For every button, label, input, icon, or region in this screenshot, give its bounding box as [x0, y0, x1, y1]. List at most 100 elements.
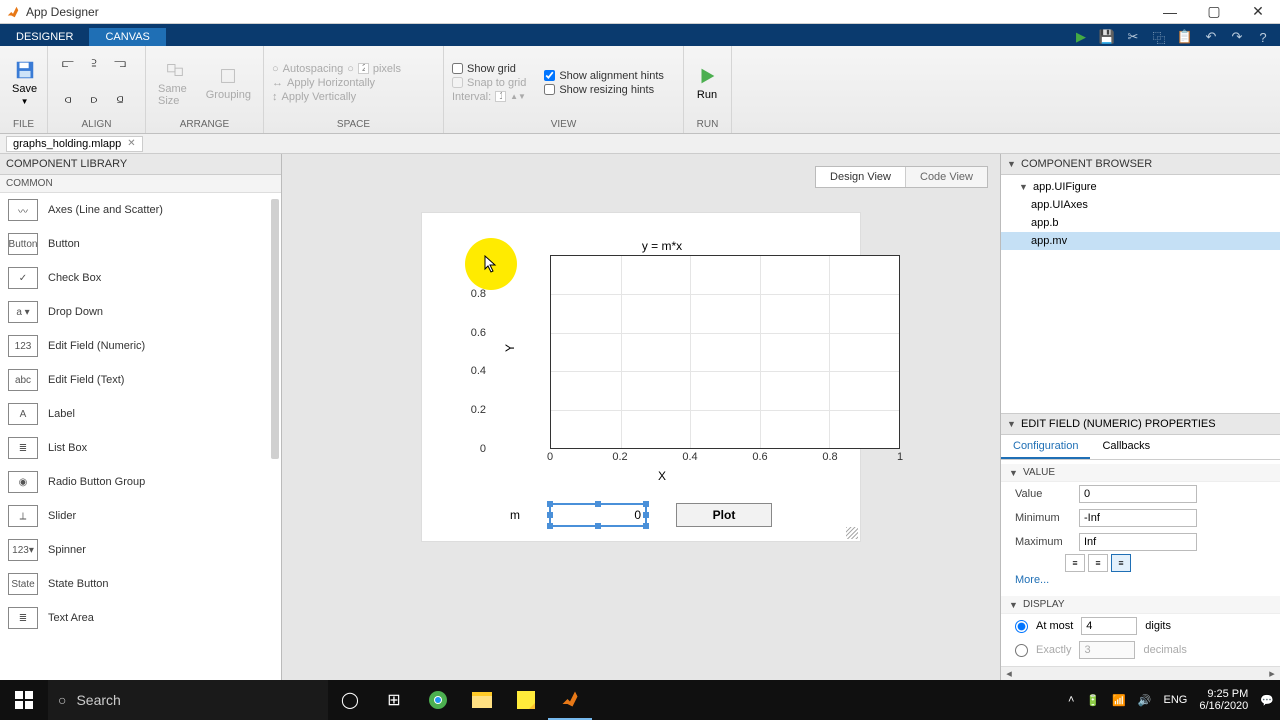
close-button[interactable]: ✕ [1236, 0, 1280, 24]
component-item[interactable]: a ▾Drop Down [0, 295, 281, 329]
scrollbar-thumb[interactable] [271, 199, 279, 459]
component-icon: ≣ [8, 607, 38, 629]
help-icon[interactable]: ? [1254, 28, 1272, 46]
plot-button[interactable]: Plot [676, 503, 772, 527]
minimize-button[interactable]: — [1148, 0, 1192, 24]
y-tick: 0.8 [471, 288, 486, 300]
save-button[interactable]: Save▼ [8, 57, 41, 108]
component-item[interactable]: 〰Axes (Line and Scatter) [0, 193, 281, 227]
run-icon[interactable]: ▶ [1072, 28, 1090, 46]
tray-up-icon[interactable]: ˄ [1068, 694, 1074, 706]
component-item[interactable]: 123Edit Field (Numeric) [0, 329, 281, 363]
component-icon: ✓ [8, 267, 38, 289]
atmost-radio[interactable]: At most digits [1001, 614, 1280, 638]
align-bottom-button[interactable]: ⫑ [108, 88, 132, 112]
tab-configuration[interactable]: Configuration [1001, 435, 1090, 459]
component-item[interactable]: ButtonButton [0, 227, 281, 261]
notifications-icon[interactable]: 💬 [1260, 694, 1274, 707]
titlebar: App Designer — ▢ ✕ [0, 0, 1280, 24]
tree-item[interactable]: app.b [1001, 214, 1280, 232]
x-tick: 0.4 [682, 451, 697, 463]
component-item[interactable]: StateState Button [0, 567, 281, 601]
matlab-logo-icon [6, 5, 20, 19]
tree-item[interactable]: app.UIAxes [1001, 196, 1280, 214]
component-icon: ⟂ [8, 505, 38, 527]
redo-icon[interactable]: ↷ [1228, 28, 1246, 46]
component-item[interactable]: ⟂Slider [0, 499, 281, 533]
align-left-button[interactable]: ⫍ [56, 53, 80, 77]
tree-item[interactable]: ▼app.UIFigure [1001, 178, 1280, 196]
close-file-icon[interactable]: ✕ [127, 138, 135, 149]
uiaxes[interactable]: y = m*x Y X 00.20.40.60.8100.20.40.60.81 [482, 223, 842, 463]
toolstrip: Save▼ FILE ⫍ ⫆ ⫎ ⫏ ⫐ ⫑ ALIGN Same Size G… [0, 46, 1280, 134]
undo-icon[interactable]: ↶ [1202, 28, 1220, 46]
resize-handle-icon[interactable] [846, 527, 858, 539]
design-view-tab[interactable]: Design View [816, 167, 906, 187]
volume-icon[interactable]: 🔊 [1138, 694, 1152, 707]
x-tick: 1 [897, 451, 903, 463]
component-icon: abc [8, 369, 38, 391]
cut-icon[interactable]: ✂ [1124, 28, 1142, 46]
atmost-input[interactable] [1081, 617, 1137, 635]
wifi-icon[interactable]: 📶 [1112, 694, 1126, 707]
taskbar: ○ Search ◯ ⊞ ˄ 🔋 📶 🔊 ENG 9:25 PM6/16/202… [0, 680, 1280, 720]
same-size-button[interactable]: Same Size [154, 57, 196, 109]
view-tabs: Design View Code View [815, 166, 988, 188]
taskbar-search[interactable]: ○ Search [48, 680, 328, 720]
maximum-input[interactable] [1079, 533, 1197, 551]
component-item[interactable]: ◉Radio Button Group [0, 465, 281, 499]
cursor-highlight-icon [465, 238, 517, 290]
clock[interactable]: 9:25 PM6/16/2020 [1199, 688, 1248, 712]
align-top-button[interactable]: ⫏ [56, 88, 80, 112]
component-library-panel: COMPONENT LIBRARY COMMON 〰Axes (Line and… [0, 154, 282, 680]
component-item[interactable]: ✓Check Box [0, 261, 281, 295]
align-hints-checkbox[interactable]: Show alignment hints [544, 70, 664, 82]
notes-icon[interactable] [504, 680, 548, 720]
explorer-icon[interactable] [460, 680, 504, 720]
tab-canvas[interactable]: CANVAS [89, 28, 165, 46]
component-tree: ▼app.UIFigure app.UIAxes app.b app.mv [1001, 175, 1280, 253]
value-input[interactable] [1079, 485, 1197, 503]
paste-icon[interactable]: 📋 [1176, 28, 1194, 46]
component-item[interactable]: abcEdit Field (Text) [0, 363, 281, 397]
copy-icon[interactable]: ⿻ [1150, 28, 1168, 46]
start-button[interactable] [0, 680, 48, 720]
minimum-input[interactable] [1079, 509, 1197, 527]
tab-callbacks[interactable]: Callbacks [1090, 435, 1162, 459]
property-tabs: Configuration Callbacks [1001, 435, 1280, 460]
component-item[interactable]: ALabel [0, 397, 281, 431]
align-text-center-button[interactable]: ≡ [1088, 554, 1108, 572]
tab-designer[interactable]: DESIGNER [0, 28, 89, 46]
show-grid-checkbox[interactable]: Show grid [452, 63, 526, 75]
task-view-icon[interactable]: ⊞ [372, 680, 416, 720]
save-icon[interactable]: 💾 [1098, 28, 1116, 46]
code-view-tab[interactable]: Code View [906, 167, 987, 187]
y-tick: 0 [480, 443, 486, 455]
grouping-button[interactable]: Grouping [202, 63, 255, 103]
cortana-icon[interactable]: ◯ [328, 680, 372, 720]
tree-item-selected[interactable]: app.mv [1001, 232, 1280, 250]
design-canvas[interactable]: Design View Code View y = m*x Y X 00.20.… [282, 154, 1000, 680]
align-right-button[interactable]: ⫎ [108, 53, 132, 77]
component-item[interactable]: 123▾Spinner [0, 533, 281, 567]
matlab-taskbar-icon[interactable] [548, 680, 592, 720]
y-tick: 0.6 [471, 327, 486, 339]
chrome-icon[interactable] [416, 680, 460, 720]
more-link[interactable]: More... [1001, 572, 1280, 588]
align-center-h-button[interactable]: ⫆ [82, 53, 106, 77]
maximize-button[interactable]: ▢ [1192, 0, 1236, 24]
language-indicator[interactable]: ENG [1164, 694, 1188, 706]
component-item[interactable]: ≣Text Area [0, 601, 281, 635]
resize-hints-checkbox[interactable]: Show resizing hints [544, 84, 664, 96]
align-text-left-button[interactable]: ≡ [1065, 554, 1085, 572]
axes-title: y = m*x [482, 239, 842, 253]
align-center-v-button[interactable]: ⫐ [82, 88, 106, 112]
battery-icon[interactable]: 🔋 [1086, 694, 1100, 707]
x-tick: 0.2 [612, 451, 627, 463]
run-button[interactable]: Run [692, 63, 722, 103]
horizontal-scrollbar[interactable]: ◂▸ [1001, 666, 1280, 680]
component-item[interactable]: ≣List Box [0, 431, 281, 465]
file-tab[interactable]: graphs_holding.mlapp ✕ [6, 136, 143, 152]
exactly-radio[interactable]: Exactly decimals [1001, 638, 1280, 662]
align-text-right-button[interactable]: ≡ [1111, 554, 1131, 572]
